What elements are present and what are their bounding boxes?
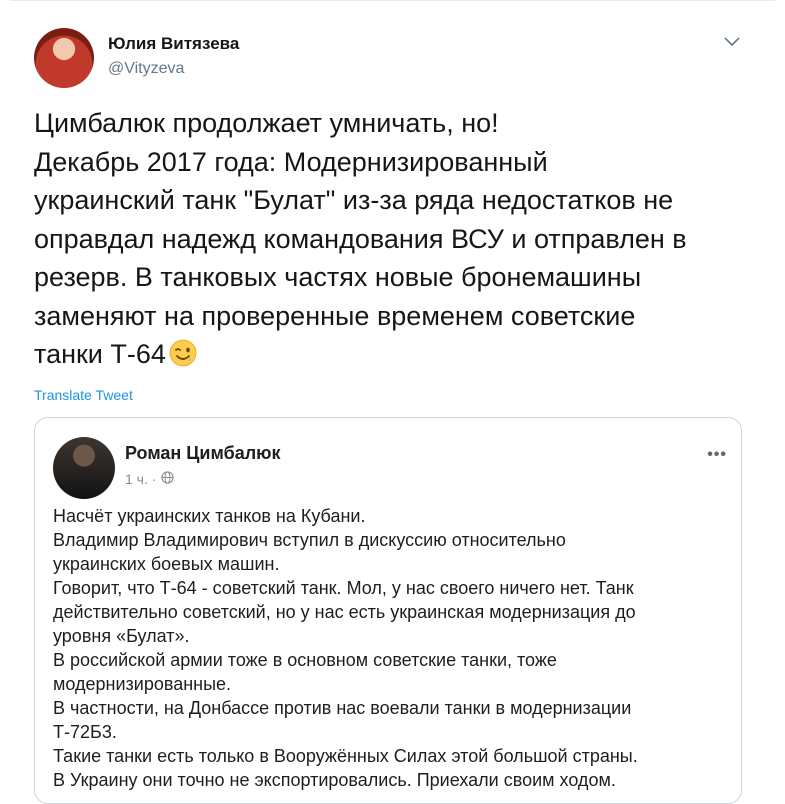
tweet-line: украинский танк "Булат" из-за ряда недос… — [34, 185, 674, 215]
tweet-line: заменяют на проверенные временем советск… — [34, 300, 636, 331]
translate-tweet-link[interactable]: Translate Tweet — [34, 387, 133, 403]
post-line: Такие танки есть только в Вооружённых Си… — [53, 746, 638, 766]
tweet-line: Цимбалюк продолжает умничать, но! — [34, 108, 499, 138]
meta-separator: · — [151, 471, 157, 487]
tweet-line: резерв. В танковых частях новые бронемаш… — [34, 262, 642, 292]
post-line: действительно советский, но у нас есть у… — [53, 602, 636, 622]
embedded-post-text: Насчёт украинских танков на Кубани. Влад… — [53, 504, 733, 792]
embedded-author-avatar[interactable] — [53, 437, 115, 499]
post-time[interactable]: 1 ч. — [125, 471, 148, 487]
post-line: В Украину они точно не экспортировались.… — [53, 770, 616, 790]
post-line: В частности, на Донбассе против нас воев… — [53, 698, 632, 718]
post-line: украинских боевых машин. — [53, 554, 280, 574]
tweet-line: оправдал надежд командования ВСУ и отпра… — [34, 223, 687, 254]
embedded-author-name[interactable]: Роман Цимбалюк — [125, 443, 281, 464]
chevron-down-icon[interactable] — [722, 32, 742, 52]
embedded-post-card: Роман Цимбалюк 1 ч. · ••• Насчёт украинс… — [34, 417, 742, 804]
embedded-post-meta: 1 ч. · — [125, 471, 174, 487]
tweet-line-last: танки Т-64 — [34, 335, 754, 374]
author-name[interactable]: Юлия Витязева — [108, 34, 239, 54]
tweet-line: Декабрь 2017 года: Модернизированный — [34, 146, 548, 177]
author-handle[interactable]: @Vityzeva — [108, 60, 184, 78]
post-line: Говорит, что Т-64 - советский танк. Мол,… — [53, 578, 634, 598]
post-line: Владимир Владимирович вступил в дискусси… — [53, 530, 566, 550]
tweet-line: танки Т-64 — [34, 339, 166, 369]
post-line: уровня «Булат». — [53, 626, 190, 646]
top-divider — [10, 0, 775, 1]
author-avatar[interactable] — [34, 28, 94, 88]
globe-icon — [160, 471, 174, 487]
winking-face-emoji-icon — [168, 338, 198, 368]
post-line: В российской армии тоже в основном совет… — [53, 650, 557, 670]
post-line: Т-72Б3. — [53, 722, 117, 742]
post-line: Насчёт украинских танков на Кубани. — [53, 506, 366, 526]
tweet-text: Цимбалюк продолжает умничать, но! Декабр… — [34, 104, 754, 374]
post-line: модернизированные. — [53, 674, 232, 694]
more-options-button[interactable]: ••• — [707, 446, 727, 464]
